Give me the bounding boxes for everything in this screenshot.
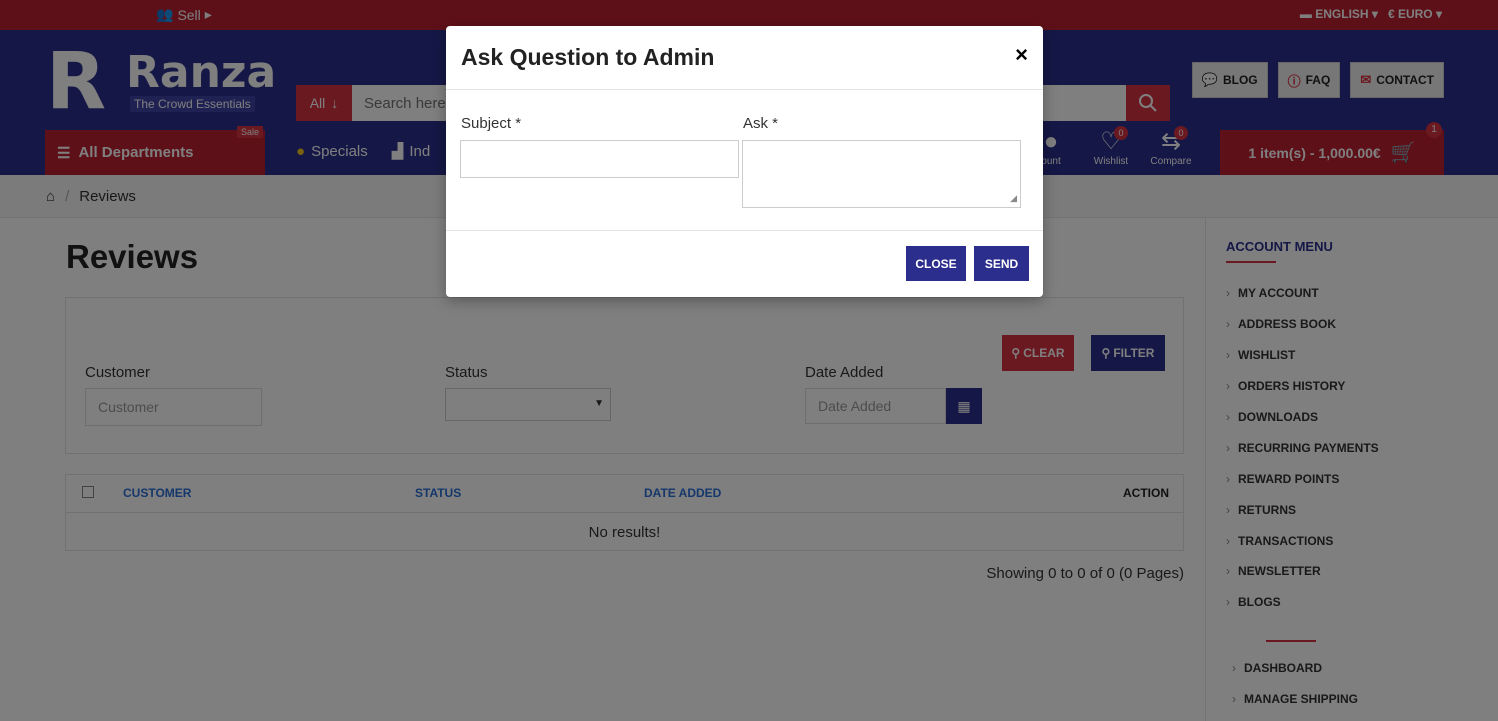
ask-label: Ask * bbox=[743, 115, 779, 132]
modal-title: Ask Question to Admin bbox=[461, 44, 715, 70]
close-button[interactable]: CLOSE bbox=[906, 246, 966, 281]
send-button[interactable]: SEND bbox=[974, 246, 1029, 281]
ask-textarea[interactable]: ◢ bbox=[742, 140, 1021, 208]
modal-body: Subject * Ask * ◢ bbox=[446, 90, 1043, 231]
modal-footer: CLOSE SEND bbox=[446, 231, 1043, 296]
close-icon[interactable]: × bbox=[1015, 42, 1028, 68]
ask-question-modal: Ask Question to Admin × Subject * Ask * … bbox=[446, 26, 1043, 297]
subject-input[interactable] bbox=[460, 140, 739, 178]
subject-label: Subject * bbox=[461, 115, 522, 132]
resize-handle-icon[interactable]: ◢ bbox=[1010, 193, 1017, 204]
modal-header: Ask Question to Admin × bbox=[446, 26, 1043, 90]
